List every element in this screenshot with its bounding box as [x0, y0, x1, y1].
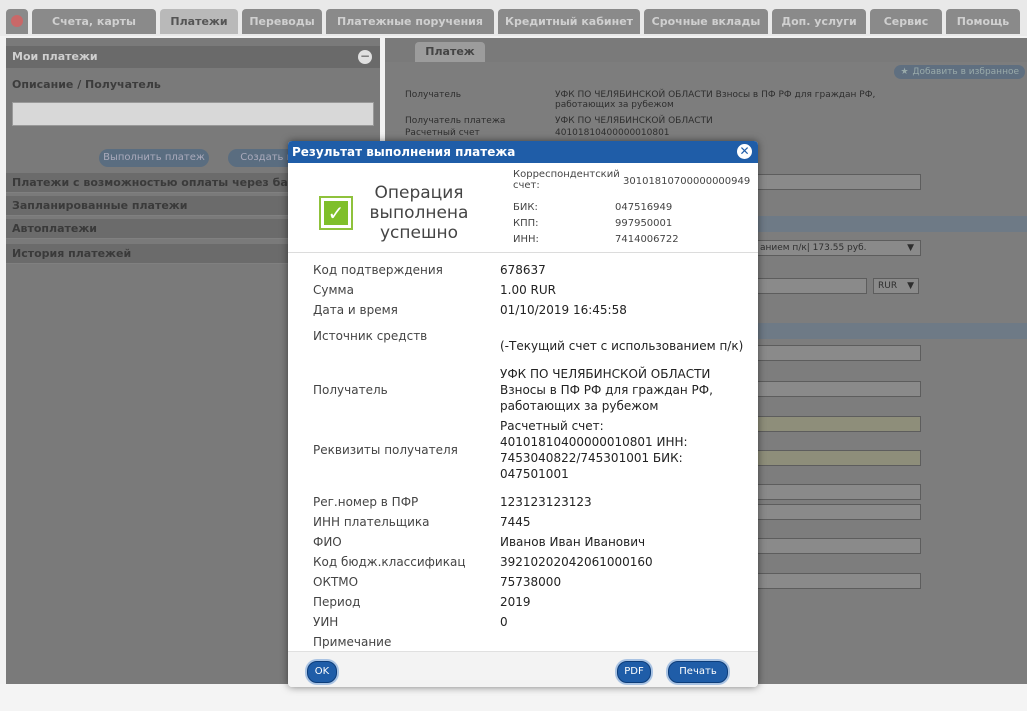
- payer-inn-value: 7445: [500, 515, 531, 529]
- required-field[interactable]: [755, 416, 921, 432]
- kpp-value: 997950001: [615, 218, 673, 229]
- tab-transfers[interactable]: Переводы: [242, 9, 322, 34]
- dialog-title: Результат выполнения платежа ✕: [288, 141, 758, 163]
- form-field[interactable]: [755, 484, 921, 500]
- bank-logo-tab[interactable]: [6, 9, 28, 34]
- uin-label: УИН: [313, 615, 339, 629]
- page-footer: [0, 684, 1027, 711]
- collapse-icon[interactable]: −: [358, 50, 372, 64]
- inn-value: 7414006722: [615, 234, 679, 245]
- form-field[interactable]: [755, 345, 921, 361]
- source-select-value: анием п/к| 173.55 руб.: [760, 243, 867, 253]
- recipient-details-value: Расчетный счет: 40101810400000010801 ИНН…: [500, 419, 688, 481]
- section-bar: [755, 323, 1027, 339]
- recipient-label: Получатель: [313, 383, 388, 397]
- tab-payments[interactable]: Платежи: [160, 9, 238, 34]
- bik-label: БИК:: [513, 202, 538, 213]
- tab-term-deposits[interactable]: Срочные вклады: [644, 9, 768, 34]
- checkmark-icon: ✓: [324, 201, 348, 225]
- full-name-label: ФИО: [313, 535, 342, 549]
- my-payments-header[interactable]: Мои платежи −: [6, 46, 380, 68]
- chevron-down-icon: ▼: [907, 243, 914, 253]
- form-field[interactable]: [755, 573, 921, 589]
- success-check-icon: ✓: [319, 196, 353, 230]
- ok-button[interactable]: OK: [307, 661, 337, 683]
- payment-result-dialog: Результат выполнения платежа ✕ ✓ Операци…: [288, 141, 758, 687]
- star-icon: ★: [900, 67, 909, 77]
- bik-value: 047516949: [615, 202, 673, 213]
- corr-account-value: 30101810700000000949: [623, 176, 751, 187]
- currency-select[interactable]: RUR ▼: [873, 278, 919, 294]
- add-favorite-button[interactable]: ★ Добавить в избранное: [894, 65, 1025, 79]
- full-name-value: Иванов Иван Иванович: [500, 535, 646, 549]
- amount-field[interactable]: [755, 278, 867, 294]
- bank-logo-icon: [11, 15, 23, 27]
- pfr-reg-number-label: Рег.номер в ПФР: [313, 495, 419, 509]
- datetime-value: 01/10/2019 16:45:58: [500, 303, 627, 317]
- execute-payment-button[interactable]: Выполнить платеж: [99, 149, 209, 167]
- tab-extra-services[interactable]: Доп. услуги: [772, 9, 866, 34]
- my-payments-title: Мои платежи: [12, 50, 98, 63]
- top-navigation: Счета, карты Платежи Переводы Платежные …: [0, 0, 1027, 36]
- recipient-value: УФК ПО ЧЕЛЯБИНСКОЙ ОБЛАСТИ Взносы в ПФ Р…: [555, 90, 876, 110]
- funds-source-value: (-Текущий счет с использованием п/к): [500, 339, 744, 353]
- corr-account-label: Корреспондентский счет:: [513, 169, 620, 191]
- recipient-details-label: Реквизиты получателя: [313, 443, 458, 457]
- budget-code-label: Код бюдж.классификац: [313, 555, 466, 569]
- budget-code-value: 39210202042061000160: [500, 555, 653, 569]
- confirmation-code-label: Код подтверждения: [313, 263, 443, 277]
- confirmation-code-value: 678637: [500, 263, 546, 277]
- note-label: Примечание: [313, 635, 392, 649]
- pfr-reg-number-value: 123123123123: [500, 495, 592, 509]
- tab-service[interactable]: Сервис: [870, 9, 942, 34]
- description-input[interactable]: [12, 102, 374, 126]
- datetime-label: Дата и время: [313, 303, 398, 317]
- recipient-value: УФК ПО ЧЕЛЯБИНСКОЙ ОБЛАСТИ Взносы в ПФ Р…: [500, 367, 713, 413]
- divider: [288, 252, 758, 253]
- recipient-label: Получатель: [405, 90, 462, 100]
- oktmo-label: ОКТМО: [313, 575, 359, 589]
- form-field[interactable]: [755, 504, 921, 520]
- funds-source-label: Источник средств: [313, 329, 428, 343]
- required-field[interactable]: [755, 450, 921, 466]
- form-field[interactable]: [755, 538, 921, 554]
- description-label: Описание / Получатель: [12, 78, 161, 91]
- tab-payment-orders[interactable]: Платежные поручения: [326, 9, 494, 34]
- pdf-button[interactable]: PDF: [617, 661, 651, 683]
- amount-label: Сумма: [313, 283, 354, 297]
- oktmo-value: 75738000: [500, 575, 562, 589]
- currency-value: RUR: [878, 281, 898, 291]
- chevron-down-icon: ▼: [907, 281, 914, 291]
- form-field[interactable]: [755, 381, 921, 397]
- tab-payment[interactable]: Платеж: [415, 42, 485, 62]
- tab-credit-cabinet[interactable]: Кредитный кабинет: [498, 9, 640, 34]
- tab-accounts-cards[interactable]: Счета, карты: [32, 9, 156, 34]
- inn-label: ИНН:: [513, 234, 539, 245]
- uin-value: 0: [500, 615, 508, 629]
- payee-label: Получатель платежа: [405, 116, 506, 126]
- add-favorite-label: Добавить в избранное: [912, 67, 1019, 77]
- account-label: Расчетный счет: [405, 128, 480, 138]
- account-value: 40101810400000010801: [555, 128, 670, 138]
- payee-value: УФК ПО ЧЕЛЯБИНСКОЙ ОБЛАСТИ: [555, 116, 713, 126]
- print-button[interactable]: Печать: [668, 661, 728, 683]
- payer-inn-label: ИНН плательщика: [313, 515, 430, 529]
- source-select[interactable]: анием п/к| 173.55 руб. ▼: [755, 240, 921, 256]
- close-icon[interactable]: ✕: [737, 144, 752, 159]
- period-label: Период: [313, 595, 361, 609]
- success-status-text: Операция выполнена успешно: [369, 183, 469, 243]
- amount-value: 1.00 RUR: [500, 283, 556, 297]
- section-bar: [755, 216, 1027, 232]
- period-value: 2019: [500, 595, 531, 609]
- dialog-title-text: Результат выполнения платежа: [292, 145, 516, 159]
- form-field[interactable]: [755, 174, 921, 190]
- kpp-label: КПП:: [513, 218, 539, 229]
- tab-help[interactable]: Помощь: [946, 9, 1020, 34]
